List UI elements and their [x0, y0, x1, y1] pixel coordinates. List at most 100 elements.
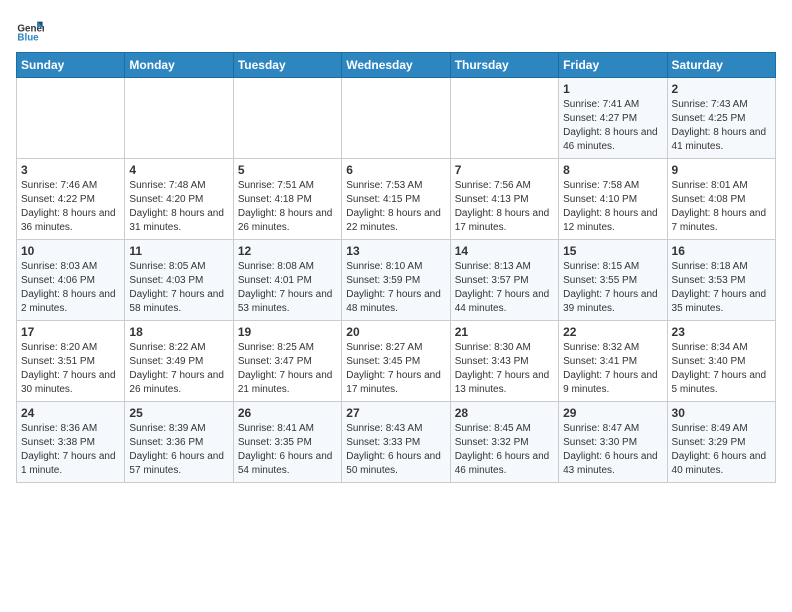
calendar-cell: 9Sunrise: 8:01 AMSunset: 4:08 PMDaylight… [667, 159, 775, 240]
day-info: Sunrise: 8:39 AMSunset: 3:36 PMDaylight:… [129, 422, 228, 478]
day-info: Sunrise: 8:15 AMSunset: 3:55 PMDaylight:… [563, 260, 662, 316]
day-number: 7 [455, 163, 554, 177]
calendar-cell: 12 Sunrise: 8:08 AMSunset: 4:01 PMDayligh… [233, 240, 341, 321]
day-number: 29 [563, 406, 662, 420]
calendar-cell [125, 78, 233, 159]
day-info: Sunrise: 7:46 AMSunset: 4:22 PMDaylight:… [21, 179, 120, 235]
day-info: Sunrise: 8:45 AMSunset: 3:32 PMDaylight:… [455, 422, 554, 478]
day-info: Sunrise: 7:48 AMSunset: 4:20 PMDaylight:… [129, 179, 228, 235]
day-number: 19 [238, 325, 337, 339]
calendar-cell: 26 Sunrise: 8:41 AMSunset: 3:35 PMDayligh… [233, 402, 341, 483]
day-info: Sunrise: 8:08 AMSunset: 4:01 PMDaylight:… [238, 260, 337, 316]
day-number: 15 [563, 244, 662, 258]
calendar-cell: 28Sunrise: 8:45 AMSunset: 3:32 PMDayligh… [450, 402, 558, 483]
day-info: Sunrise: 8:49 AMSunset: 3:29 PMDaylight:… [672, 422, 771, 478]
day-number: 8 [563, 163, 662, 177]
day-info: Sunrise: 8:34 AMSunset: 3:40 PMDaylight:… [672, 341, 771, 397]
day-number: 9 [672, 163, 771, 177]
day-number: 10 [21, 244, 120, 258]
calendar-cell: 14 Sunrise: 8:13 AMSunset: 3:57 PMDayligh… [450, 240, 558, 321]
day-info: Sunrise: 8:36 AMSunset: 3:38 PMDaylight:… [21, 422, 120, 478]
logo-icon: General Blue [16, 16, 44, 44]
day-number: 4 [129, 163, 228, 177]
day-info: Sunrise: 8:05 AMSunset: 4:03 PMDaylight:… [129, 260, 228, 316]
day-info: Sunrise: 7:53 AMSunset: 4:15 PMDaylight:… [346, 179, 445, 235]
day-number: 21 [455, 325, 554, 339]
header-wednesday: Wednesday [342, 53, 450, 78]
calendar-cell: 30 Sunrise: 8:49 AMSunset: 3:29 PMDayligh… [667, 402, 775, 483]
calendar-cell: 8Sunrise: 7:58 AMSunset: 4:10 PMDaylight… [559, 159, 667, 240]
calendar-cell: 2 Sunrise: 7:43 AMSunset: 4:25 PMDaylight… [667, 78, 775, 159]
day-info: Sunrise: 8:43 AMSunset: 3:33 PMDaylight:… [346, 422, 445, 478]
day-info: Sunrise: 8:27 AMSunset: 3:45 PMDaylight:… [346, 341, 445, 397]
day-number: 25 [129, 406, 228, 420]
day-info: Sunrise: 8:13 AMSunset: 3:57 PMDaylight:… [455, 260, 554, 316]
calendar-week-0: 1 Sunrise: 7:41 AMSunset: 4:27 PMDaylight… [17, 78, 776, 159]
calendar-cell: 24 Sunrise: 8:36 AMSunset: 3:38 PMDayligh… [17, 402, 125, 483]
calendar-cell: 21 Sunrise: 8:30 AMSunset: 3:43 PMDayligh… [450, 321, 558, 402]
calendar-cell [233, 78, 341, 159]
day-number: 6 [346, 163, 445, 177]
day-number: 1 [563, 82, 662, 96]
day-number: 27 [346, 406, 445, 420]
day-number: 20 [346, 325, 445, 339]
day-number: 24 [21, 406, 120, 420]
day-info: Sunrise: 8:30 AMSunset: 3:43 PMDaylight:… [455, 341, 554, 397]
day-number: 13 [346, 244, 445, 258]
calendar-cell: 7 Sunrise: 7:56 AMSunset: 4:13 PMDaylight… [450, 159, 558, 240]
day-number: 22 [563, 325, 662, 339]
calendar-cell: 15 Sunrise: 8:15 AMSunset: 3:55 PMDayligh… [559, 240, 667, 321]
svg-text:Blue: Blue [17, 33, 39, 44]
day-info: Sunrise: 7:41 AMSunset: 4:27 PMDaylight:… [563, 98, 662, 154]
day-number: 16 [672, 244, 771, 258]
calendar-week-1: 3 Sunrise: 7:46 AMSunset: 4:22 PMDaylight… [17, 159, 776, 240]
calendar-cell: 5 Sunrise: 7:51 AMSunset: 4:18 PMDaylight… [233, 159, 341, 240]
calendar-week-2: 10 Sunrise: 8:03 AMSunset: 4:06 PMDayligh… [17, 240, 776, 321]
day-info: Sunrise: 7:51 AMSunset: 4:18 PMDaylight:… [238, 179, 337, 235]
calendar-cell: 19 Sunrise: 8:25 AMSunset: 3:47 PMDayligh… [233, 321, 341, 402]
day-number: 18 [129, 325, 228, 339]
header-friday: Friday [559, 53, 667, 78]
header-thursday: Thursday [450, 53, 558, 78]
calendar-cell [450, 78, 558, 159]
calendar-cell: 23 Sunrise: 8:34 AMSunset: 3:40 PMDayligh… [667, 321, 775, 402]
day-info: Sunrise: 8:47 AMSunset: 3:30 PMDaylight:… [563, 422, 662, 478]
calendar-cell: 1 Sunrise: 7:41 AMSunset: 4:27 PMDaylight… [559, 78, 667, 159]
calendar-cell: 13Sunrise: 8:10 AMSunset: 3:59 PMDayligh… [342, 240, 450, 321]
day-info: Sunrise: 8:20 AMSunset: 3:51 PMDaylight:… [21, 341, 120, 397]
day-info: Sunrise: 8:18 AMSunset: 3:53 PMDaylight:… [672, 260, 771, 316]
day-info: Sunrise: 7:43 AMSunset: 4:25 PMDaylight:… [672, 98, 771, 154]
calendar-cell: 6 Sunrise: 7:53 AMSunset: 4:15 PMDaylight… [342, 159, 450, 240]
calendar-cell: 3 Sunrise: 7:46 AMSunset: 4:22 PMDaylight… [17, 159, 125, 240]
calendar-cell: 17 Sunrise: 8:20 AMSunset: 3:51 PMDayligh… [17, 321, 125, 402]
day-number: 12 [238, 244, 337, 258]
calendar-cell: 22Sunrise: 8:32 AMSunset: 3:41 PMDayligh… [559, 321, 667, 402]
calendar-cell: 20 Sunrise: 8:27 AMSunset: 3:45 PMDayligh… [342, 321, 450, 402]
day-info: Sunrise: 8:22 AMSunset: 3:49 PMDaylight:… [129, 341, 228, 397]
calendar-week-4: 24 Sunrise: 8:36 AMSunset: 3:38 PMDayligh… [17, 402, 776, 483]
calendar-header-row: SundayMondayTuesdayWednesdayThursdayFrid… [17, 53, 776, 78]
header-tuesday: Tuesday [233, 53, 341, 78]
calendar-cell [17, 78, 125, 159]
day-info: Sunrise: 8:41 AMSunset: 3:35 PMDaylight:… [238, 422, 337, 478]
day-number: 26 [238, 406, 337, 420]
day-number: 5 [238, 163, 337, 177]
day-info: Sunrise: 7:56 AMSunset: 4:13 PMDaylight:… [455, 179, 554, 235]
calendar-cell: 18 Sunrise: 8:22 AMSunset: 3:49 PMDayligh… [125, 321, 233, 402]
day-info: Sunrise: 8:25 AMSunset: 3:47 PMDaylight:… [238, 341, 337, 397]
calendar-cell: 16 Sunrise: 8:18 AMSunset: 3:53 PMDayligh… [667, 240, 775, 321]
calendar-cell: 11 Sunrise: 8:05 AMSunset: 4:03 PMDayligh… [125, 240, 233, 321]
page-header: General Blue [16, 16, 776, 44]
day-number: 11 [129, 244, 228, 258]
day-info: Sunrise: 8:03 AMSunset: 4:06 PMDaylight:… [21, 260, 120, 316]
header-sunday: Sunday [17, 53, 125, 78]
day-number: 30 [672, 406, 771, 420]
day-number: 23 [672, 325, 771, 339]
day-number: 3 [21, 163, 120, 177]
day-number: 17 [21, 325, 120, 339]
day-number: 14 [455, 244, 554, 258]
calendar-cell: 27 Sunrise: 8:43 AMSunset: 3:33 PMDayligh… [342, 402, 450, 483]
calendar-cell: 10 Sunrise: 8:03 AMSunset: 4:06 PMDayligh… [17, 240, 125, 321]
header-saturday: Saturday [667, 53, 775, 78]
day-number: 2 [672, 82, 771, 96]
